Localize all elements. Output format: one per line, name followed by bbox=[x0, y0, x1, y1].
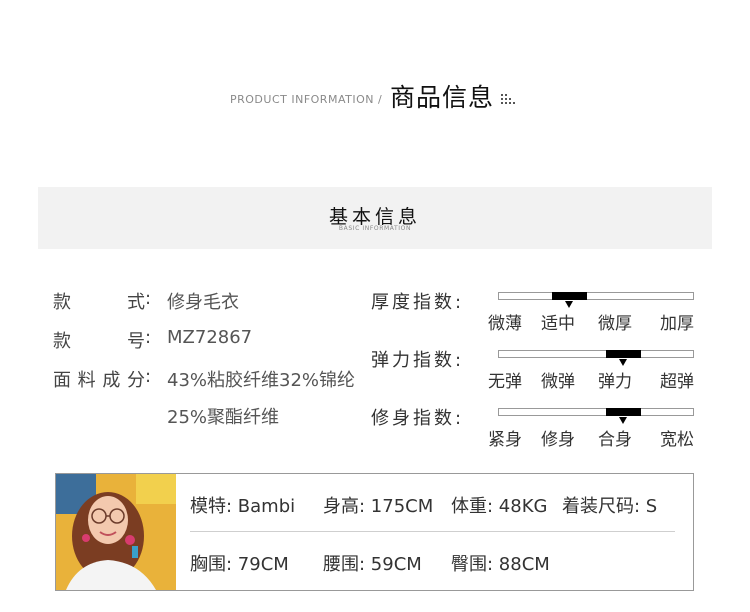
elasticity-index-label: 弹力指数: bbox=[371, 350, 465, 371]
fit-index-bar bbox=[498, 408, 694, 416]
elasticity-marker-icon bbox=[619, 359, 627, 366]
attr-value-sku: MZ72867 bbox=[167, 327, 253, 348]
model-weight: 体重: 48KG bbox=[451, 496, 548, 517]
model-name: 模特: Bambi bbox=[190, 496, 296, 517]
model-size: 着装尺码: S bbox=[562, 496, 658, 517]
attr-colon: : bbox=[145, 288, 152, 309]
fit-marker-icon bbox=[619, 417, 627, 424]
thickness-tick: 微薄 bbox=[488, 314, 522, 334]
thickness-index-fill bbox=[552, 292, 587, 300]
elasticity-tick: 超弹 bbox=[660, 372, 694, 392]
elasticity-index-bar bbox=[498, 350, 694, 358]
fit-tick: 修身 bbox=[541, 430, 575, 450]
attr-value-fabric-line2: 25%聚酯纤维 bbox=[167, 407, 280, 428]
elasticity-tick: 微弹 bbox=[541, 372, 575, 392]
model-hips: 臀围: 88CM bbox=[451, 554, 550, 575]
attr-colon: : bbox=[145, 366, 152, 387]
thickness-tick: 加厚 bbox=[660, 314, 694, 334]
thickness-tick: 适中 bbox=[541, 314, 575, 334]
thickness-index-label: 厚度指数: bbox=[371, 292, 465, 313]
thickness-tick: 微厚 bbox=[598, 314, 632, 334]
model-photo bbox=[56, 474, 176, 590]
dots-decoration-icon bbox=[501, 94, 517, 104]
model-waist: 腰围: 59CM bbox=[323, 554, 422, 575]
fit-tick: 宽松 bbox=[660, 430, 694, 450]
attr-label-style: 款 式 bbox=[53, 292, 145, 313]
section-title: 商品信息 bbox=[390, 83, 495, 112]
attr-label-sku: 款 号 bbox=[53, 331, 145, 352]
fit-index-fill bbox=[606, 408, 641, 416]
attr-label-fabric: 面 料 成 分 bbox=[53, 370, 145, 391]
basic-info-subtitle: BASIC INFORMATION bbox=[338, 225, 412, 232]
attr-value-style: 修身毛衣 bbox=[167, 292, 239, 313]
thickness-index-bar bbox=[498, 292, 694, 300]
fit-tick: 合身 bbox=[598, 430, 632, 450]
elasticity-tick: 弹力 bbox=[598, 372, 632, 392]
model-divider bbox=[190, 531, 675, 532]
section-subtitle-en: PRODUCT INFORMATION / bbox=[230, 93, 383, 106]
model-height: 身高: 175CM bbox=[323, 496, 434, 517]
fit-index-label: 修身指数: bbox=[371, 408, 465, 429]
elasticity-tick: 无弹 bbox=[488, 372, 522, 392]
fit-tick: 紧身 bbox=[488, 430, 522, 450]
attr-value-fabric: 43%粘胶纤维32%锦纶 bbox=[167, 370, 356, 391]
elasticity-index-fill bbox=[606, 350, 641, 358]
thickness-marker-icon bbox=[565, 301, 573, 308]
attr-colon: : bbox=[145, 327, 152, 348]
model-bust: 胸围: 79CM bbox=[190, 554, 289, 575]
